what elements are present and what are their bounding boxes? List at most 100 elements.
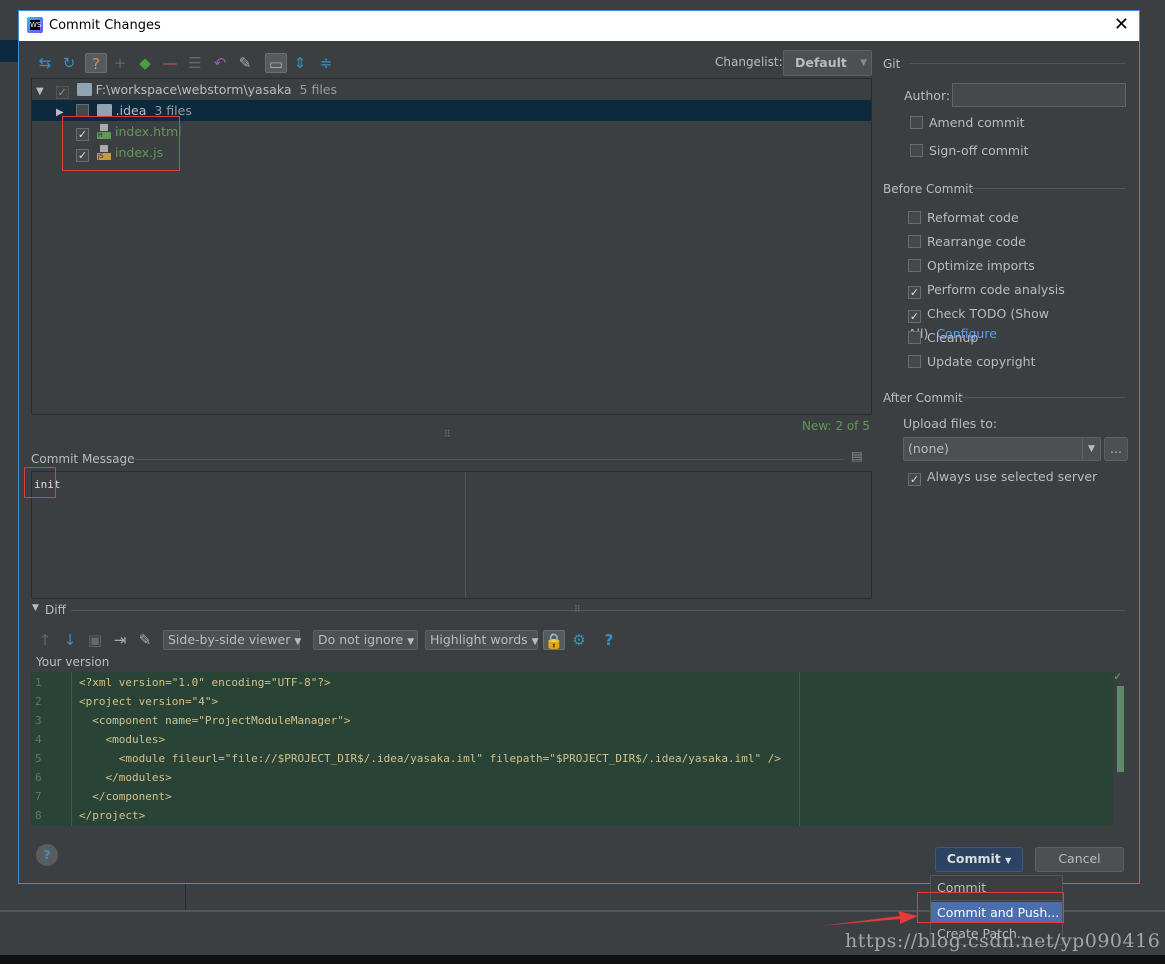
author-input[interactable]	[952, 83, 1126, 107]
group-by-directory-icon[interactable]: ▭	[265, 53, 287, 73]
line-number: 2	[35, 695, 42, 708]
git-section-label: Git	[883, 57, 901, 71]
root-checkbox[interactable]: ✓	[55, 86, 69, 99]
lock-icon[interactable]: 🔒	[543, 630, 565, 650]
viewer-select[interactable]: Side-by-side viewer ▼	[163, 630, 301, 650]
check-todo-checkbox[interactable]: ✓Check TODO (Show All) Configure	[908, 304, 1139, 341]
after-commit-label: After Commit	[883, 391, 963, 405]
checkbox[interactable]: ✓	[908, 473, 921, 486]
changes-tree[interactable]: ▼ ✓ F:\workspace\webstorm\yasaka 5 files…	[31, 78, 872, 415]
divider	[71, 610, 1125, 611]
folder-icon	[76, 83, 92, 96]
help-icon[interactable]: ?	[600, 630, 618, 650]
signoff-commit-checkbox[interactable]: Sign-off commit	[910, 141, 1029, 161]
divider	[959, 397, 1125, 398]
check-icon: ✓	[1114, 669, 1122, 683]
settings-gear-icon[interactable]: ⚙	[570, 630, 588, 650]
history-icon[interactable]: ▤	[851, 448, 863, 463]
help-button[interactable]: ?	[36, 844, 58, 866]
code-line: <modules>	[79, 733, 166, 746]
compare-icon[interactable]: ▣	[86, 630, 104, 650]
changelist-value: Default	[795, 55, 847, 70]
checkbox[interactable]: ✓	[908, 310, 921, 323]
tree-root-row[interactable]: ▼ ✓ F:\workspace\webstorm\yasaka 5 files	[32, 79, 871, 100]
move-icon[interactable]: ⇆	[36, 53, 54, 73]
checkbox[interactable]	[908, 211, 921, 224]
code-line: <project version="4">	[79, 695, 219, 708]
always-use-server-checkbox[interactable]: ✓ Always use selected server	[908, 467, 1097, 487]
checkbox[interactable]	[908, 235, 921, 248]
refresh-icon[interactable]: ↻	[60, 53, 78, 73]
before-commit-label: Before Commit	[883, 182, 974, 196]
expand-all-icon[interactable]: ⇕	[291, 53, 309, 73]
watermark: https://blog.csdn.net/yp090416	[845, 930, 1161, 952]
line-number: 5	[35, 752, 42, 765]
author-label: Author:	[904, 88, 951, 103]
commit-message-label: Commit Message	[31, 452, 135, 466]
code-line: <module fileurl="file://$PROJECT_DIR$/.i…	[79, 752, 781, 765]
perform-code-analysis-checkbox[interactable]: ✓ Perform code analysis	[908, 280, 1065, 300]
next-difference-icon[interactable]: ↓	[61, 630, 79, 650]
select-icon[interactable]: ☰	[186, 53, 204, 73]
annotation-box	[24, 467, 56, 498]
code-line: <component name="ProjectModuleManager">	[79, 714, 351, 727]
chevron-down-icon: ▼	[1082, 438, 1100, 460]
jump-to-source-icon[interactable]: ◆	[136, 53, 154, 73]
gutter-line	[71, 672, 72, 826]
line-number: 3	[35, 714, 42, 727]
your-version-label: Your version	[36, 655, 110, 669]
upload-server-value: (none)	[908, 441, 949, 456]
changelist-select[interactable]: Default ▼	[783, 50, 872, 76]
background-top	[0, 0, 1165, 10]
checkbox-label: Perform code analysis	[927, 282, 1065, 297]
rearrange-code-checkbox[interactable]: Rearrange code	[908, 232, 1026, 252]
ignore-select[interactable]: Do not ignore ▼	[313, 630, 418, 650]
scrollbar[interactable]: ✓	[1113, 669, 1127, 826]
checkbox-label: Cleanup	[927, 330, 979, 345]
cleanup-checkbox[interactable]: Cleanup	[908, 328, 978, 348]
close-icon[interactable]: ✕	[1114, 14, 1129, 35]
commit-button[interactable]: Commit ▼	[935, 847, 1023, 872]
checkbox[interactable]	[910, 144, 923, 157]
checkbox[interactable]	[908, 355, 921, 368]
splitter-handle[interactable]: ⠿	[444, 430, 451, 440]
checkbox[interactable]	[910, 116, 923, 129]
checkbox[interactable]	[908, 259, 921, 272]
update-copyright-checkbox[interactable]: Update copyright	[908, 352, 1035, 372]
code-line: </modules>	[79, 771, 172, 784]
highlight-select[interactable]: Highlight words ▼	[425, 630, 539, 650]
collapse-diff-icon[interactable]: ▼	[32, 603, 39, 613]
optimize-imports-checkbox[interactable]: Optimize imports	[908, 256, 1035, 276]
previous-difference-icon[interactable]: ↑	[36, 630, 54, 650]
annotation-box	[917, 892, 1064, 923]
edit-icon[interactable]: ✎	[236, 53, 254, 73]
chevron-down-icon: ▼	[531, 637, 539, 647]
cancel-button[interactable]: Cancel	[1035, 847, 1124, 872]
viewer-value: Side-by-side viewer	[168, 632, 291, 647]
diff-editor[interactable]: <?xml version="1.0" encoding="UTF-8"?> <…	[31, 669, 1127, 826]
amend-commit-checkbox[interactable]: Amend commit	[910, 113, 1025, 133]
checkbox[interactable]	[908, 331, 921, 344]
root-count: 5 files	[299, 82, 338, 97]
scrollbar-thumb[interactable]	[1117, 686, 1124, 772]
revert-icon[interactable]: ↶	[211, 53, 229, 73]
collapse-all-icon[interactable]: ≑	[317, 53, 335, 73]
commit-message-input[interactable]: init	[31, 471, 872, 599]
checkbox[interactable]: ✓	[908, 286, 921, 299]
tree-status: New: 2 of 5	[802, 419, 870, 433]
divider	[967, 188, 1125, 189]
browse-servers-button[interactable]: ...	[1104, 437, 1128, 461]
title-bar: WS Commit Changes ✕	[19, 11, 1139, 41]
upload-server-select[interactable]: (none) ▼	[903, 437, 1101, 461]
edit-icon[interactable]: ✎	[136, 630, 154, 650]
remove-icon[interactable]: —	[161, 53, 179, 73]
jump-to-source-icon[interactable]: ⇥	[111, 630, 129, 650]
checkbox-label: Reformat code	[927, 210, 1019, 225]
splitter-handle[interactable]: ⠿	[574, 605, 581, 615]
unversioned-icon[interactable]: ?	[85, 53, 107, 73]
add-icon[interactable]: +	[111, 53, 129, 73]
margin-line	[799, 672, 800, 826]
expand-arrow-icon[interactable]: ▼	[36, 86, 44, 97]
commit-changes-dialog: WS Commit Changes ✕ ⇆ ↻ ? + ◆ — ☰ ↶ ✎ ▭ …	[18, 10, 1140, 884]
reformat-code-checkbox[interactable]: Reformat code	[908, 208, 1019, 228]
